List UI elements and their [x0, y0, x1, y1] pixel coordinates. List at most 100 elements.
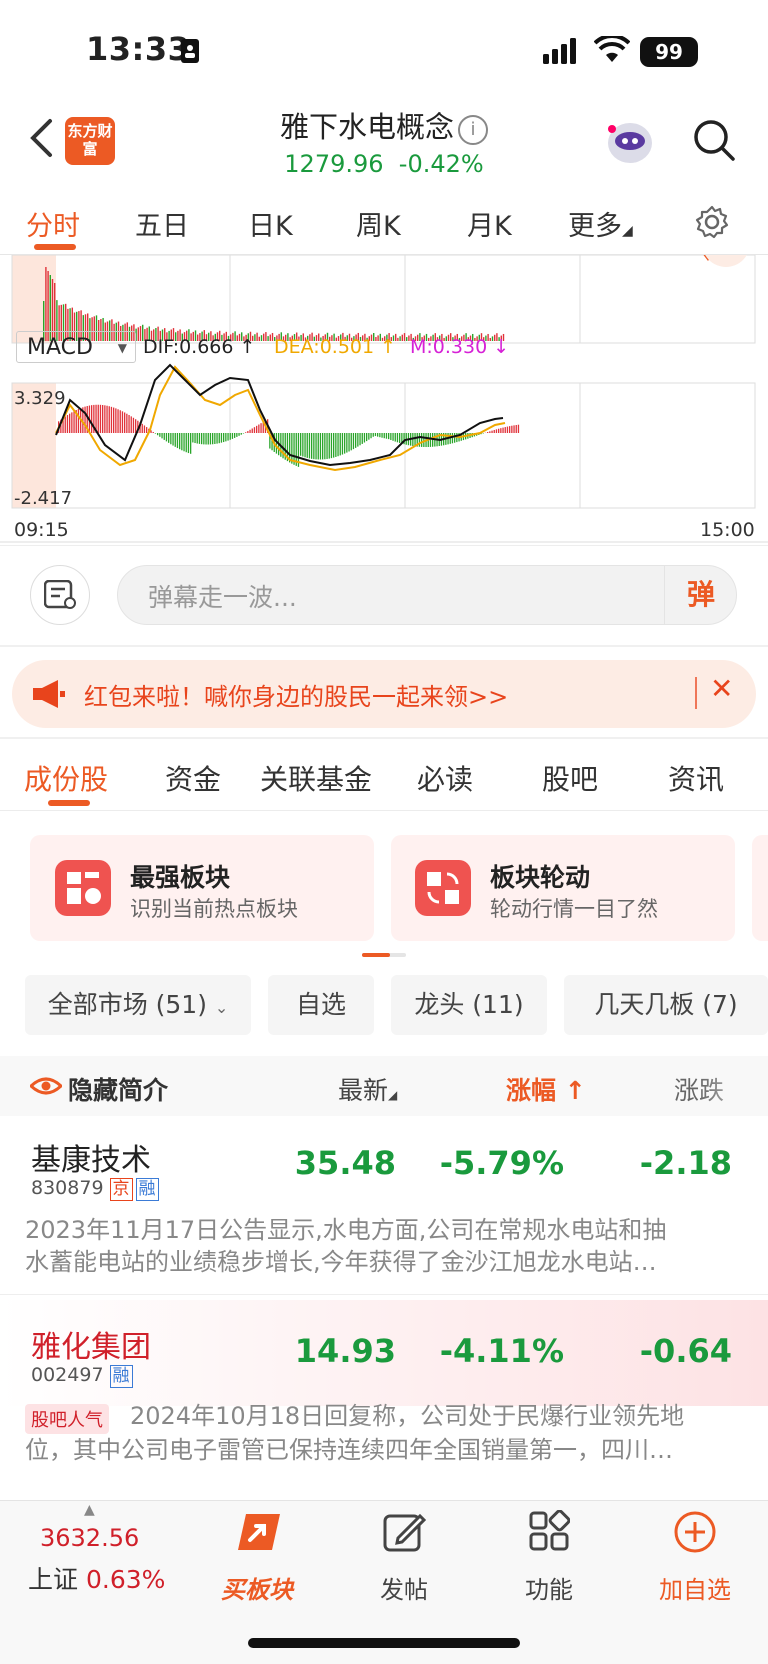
stock-code: 830879京融: [31, 1177, 159, 1201]
tab-monthly-k[interactable]: 月K: [467, 204, 512, 243]
tab-funds[interactable]: 资金: [165, 758, 221, 798]
card-next-partial[interactable]: [752, 835, 768, 941]
macd-bar: [104, 405, 105, 433]
macd-bar: [91, 405, 92, 433]
divider: [0, 645, 768, 647]
macd-bar: [322, 433, 323, 459]
col-latest[interactable]: 最新◢: [338, 1071, 397, 1107]
post-button[interactable]: 发帖: [370, 1570, 438, 1605]
eye-icon: [30, 1076, 62, 1096]
volume-bars: [43, 267, 504, 341]
macd-bar: [304, 433, 305, 457]
macd-bar: [359, 433, 360, 445]
intraday-macd-chart[interactable]: [0, 255, 768, 545]
macd-bar: [73, 411, 74, 433]
macd-bar: [234, 433, 235, 438]
tab-daily-k[interactable]: 日K: [248, 204, 293, 243]
tab-forum[interactable]: 股吧: [542, 758, 598, 798]
volume-bar: [45, 267, 46, 341]
stock-summary-line: 位，其中公司电子雷管已保持连续四年全国销量第一，四川…: [25, 1434, 673, 1466]
macd-bar: [313, 433, 314, 459]
filter-consecutive-limit[interactable]: 几天几板 (7): [564, 975, 768, 1035]
battery-indicator: 99: [640, 37, 698, 67]
macd-bar: [214, 433, 215, 444]
volume-bar: [399, 336, 400, 341]
danmu-list-button[interactable]: [30, 565, 90, 625]
macd-bar: [326, 433, 327, 459]
macd-bar: [67, 415, 68, 433]
macd-bar: [181, 433, 182, 450]
add-to-watchlist-button[interactable]: 加自选: [652, 1570, 738, 1605]
tab-five-day[interactable]: 五日: [135, 204, 189, 243]
filter-all-markets[interactable]: 全部市场 (51) ⌄: [25, 975, 251, 1035]
macd-bar: [241, 433, 242, 435]
tab-constituents[interactable]: 成份股: [24, 758, 108, 798]
indicator-select[interactable]: MACD▼: [16, 331, 136, 363]
macd-bar: [155, 433, 156, 434]
macd-bar: [309, 433, 310, 458]
stock-summary-line: 2024年10月18日回复称，公司处于民爆行业领先地: [130, 1400, 684, 1432]
macd-bar: [100, 405, 101, 433]
volume-bar: [397, 338, 398, 341]
robot-assistant-icon[interactable]: [600, 115, 660, 167]
macd-bar: [230, 433, 231, 440]
search-icon[interactable]: [692, 118, 736, 162]
tab-related-funds[interactable]: 关联基金: [260, 758, 372, 798]
macd-dif-value: DIF:0.666 ↑: [143, 336, 255, 358]
macd-bar: [161, 433, 162, 438]
macd-bar: [133, 418, 134, 433]
buy-sector-button[interactable]: 买板块: [216, 1570, 298, 1605]
change-pct: -4.11%: [430, 1332, 564, 1370]
status-time: 13:33: [86, 30, 190, 68]
info-icon[interactable]: i: [458, 115, 488, 145]
functions-button[interactable]: 功能: [515, 1570, 583, 1605]
macd-bar: [190, 433, 191, 454]
macd-dea-value: DEA:0.501 ↑: [274, 336, 396, 358]
tab-must-read[interactable]: 必读: [417, 758, 473, 798]
macd-bar: [423, 433, 424, 447]
tab-weekly-k[interactable]: 周K: [356, 204, 401, 243]
filter-leaders[interactable]: 龙头 (11): [391, 975, 547, 1035]
macd-bar: [177, 433, 178, 448]
tab-more[interactable]: 更多◢: [568, 204, 633, 243]
macd-bar: [357, 433, 358, 447]
macd-bar: [500, 428, 501, 433]
macd-bar: [421, 433, 422, 447]
macd-bar: [364, 433, 365, 443]
tab-news[interactable]: 资讯: [668, 758, 724, 798]
close-icon[interactable]: ✕: [710, 672, 733, 705]
macd-bar: [78, 409, 79, 433]
col-change-pct[interactable]: 涨幅 ↑: [506, 1071, 586, 1107]
tab-intraday[interactable]: 分时: [26, 204, 80, 243]
macd-bar: [324, 433, 325, 459]
danmu-send-button[interactable]: 弹: [664, 566, 737, 624]
macd-bar: [243, 433, 244, 434]
macd-bar: [386, 433, 387, 439]
macd-bar: [194, 433, 195, 443]
macd-bar: [186, 433, 187, 452]
macd-bar: [307, 433, 308, 458]
collapse-arrow-icon[interactable]: ▲: [84, 1502, 95, 1518]
macd-bar: [252, 428, 253, 433]
macd-bar: [225, 433, 226, 441]
megaphone-icon: [30, 678, 66, 710]
macd-bar: [498, 429, 499, 433]
settings-gear-icon[interactable]: [694, 204, 730, 240]
macd-bar: [232, 433, 233, 439]
filter-watchlist[interactable]: 自选: [268, 975, 374, 1035]
macd-bar: [117, 409, 118, 433]
macd-bar: [375, 433, 376, 436]
volume-bar: [406, 337, 407, 341]
macd-bar: [201, 433, 202, 444]
card-title: 最强板块: [130, 858, 230, 894]
hide-summary-toggle[interactable]: 隐藏简介: [68, 1071, 168, 1107]
macd-bar: [172, 433, 173, 446]
index-ticker[interactable]: 上证 0.63%: [28, 1560, 165, 1596]
promo-separator: [695, 677, 697, 709]
macd-bar: [245, 432, 246, 433]
macd-bar: [227, 433, 228, 441]
macd-bar: [109, 406, 110, 433]
macd-bar: [452, 433, 453, 443]
macd-bar: [247, 431, 248, 433]
change-value: -2.18: [616, 1144, 732, 1182]
